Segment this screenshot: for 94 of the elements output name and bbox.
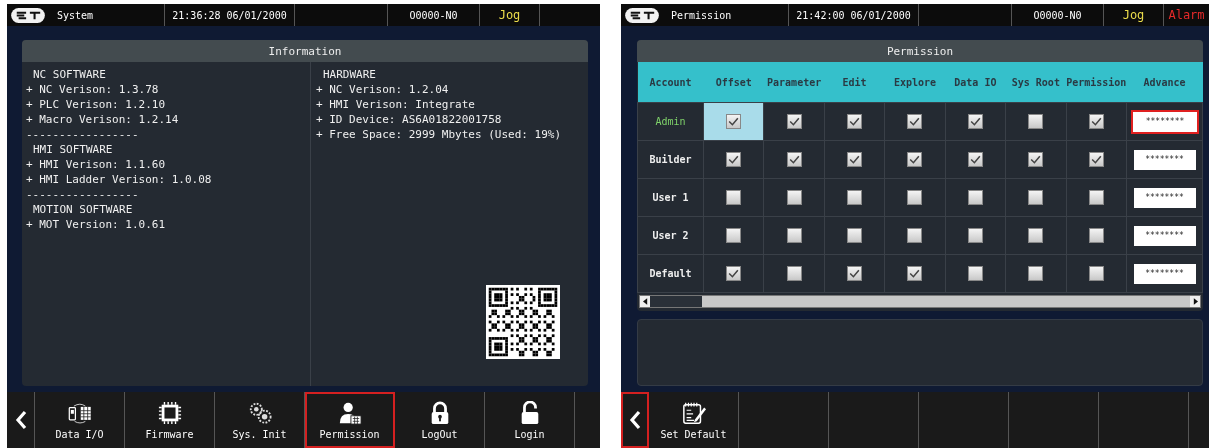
checkbox[interactable] xyxy=(1088,152,1104,167)
info-line: + PLC Verison: 1.2.10 xyxy=(26,97,167,112)
section-heading: HARDWARE xyxy=(322,67,377,82)
info-line: + ID Device: AS6A01822001758 xyxy=(316,112,503,127)
section-heading: NC SOFTWARE xyxy=(32,67,107,82)
checkbox[interactable] xyxy=(847,190,863,205)
back-button[interactable] xyxy=(621,392,649,448)
checkbox[interactable] xyxy=(967,190,983,205)
info-line: + HMI Verison: 1.1.60 xyxy=(26,157,167,172)
checkbox[interactable] xyxy=(726,152,742,167)
panel-title: Information xyxy=(268,44,342,58)
checkbox[interactable] xyxy=(907,190,923,205)
checkbox[interactable] xyxy=(907,152,923,167)
logo xyxy=(625,7,659,23)
checkbox[interactable] xyxy=(1028,114,1044,129)
checkbox[interactable] xyxy=(967,228,983,243)
checkbox[interactable] xyxy=(907,266,923,281)
checkbox[interactable] xyxy=(907,114,923,129)
column-header: Advance xyxy=(1126,62,1203,103)
chevron-left-icon xyxy=(14,410,27,430)
logo xyxy=(11,7,45,23)
checkbox[interactable] xyxy=(786,152,802,167)
checkbox[interactable] xyxy=(1028,266,1044,281)
column-header: Offset xyxy=(703,62,764,103)
account-cell: User 2 xyxy=(637,216,704,255)
info-line: ----------------- xyxy=(26,127,140,142)
scroll-left-icon[interactable] xyxy=(642,298,648,305)
mode-indicator: Jog xyxy=(1122,8,1145,22)
checkbox[interactable] xyxy=(847,152,863,167)
checkbox[interactable] xyxy=(1028,190,1044,205)
checkbox[interactable] xyxy=(1088,114,1104,129)
screen-title: System xyxy=(57,9,94,21)
password-field[interactable]: ******** xyxy=(1133,149,1196,170)
checkbox[interactable] xyxy=(786,114,802,129)
column-header: Explore xyxy=(884,62,946,103)
section-heading: MOTION SOFTWARE xyxy=(32,202,134,217)
qr-code-icon xyxy=(486,285,560,359)
section-heading: HMI SOFTWARE xyxy=(32,142,114,157)
account-cell: Builder xyxy=(637,140,704,179)
checkbox[interactable] xyxy=(967,152,983,167)
checkbox[interactable] xyxy=(1028,228,1044,243)
checkbox[interactable] xyxy=(726,190,742,205)
checkbox[interactable] xyxy=(726,266,742,281)
checkbox[interactable] xyxy=(1028,152,1044,167)
column-header: Account xyxy=(637,62,704,103)
password-field[interactable]: ******** xyxy=(1131,109,1199,134)
program-number: O0000-N0 xyxy=(409,9,458,21)
chip-icon xyxy=(156,400,183,425)
account-cell: User 1 xyxy=(637,178,704,217)
mode-indicator: Jog xyxy=(498,8,521,22)
password-field[interactable]: ******** xyxy=(1133,263,1196,284)
program-number: O0000-N0 xyxy=(1033,9,1082,21)
date-time: 21:36:28 06/01/2000 xyxy=(172,9,287,21)
password-field[interactable]: ******** xyxy=(1133,225,1196,246)
column-header: Permission xyxy=(1066,62,1127,103)
date-time: 21:42:00 06/01/2000 xyxy=(796,9,911,21)
checkbox[interactable] xyxy=(786,190,802,205)
chevron-left-icon xyxy=(628,410,641,430)
checkbox[interactable] xyxy=(726,228,742,243)
scroll-right-icon[interactable] xyxy=(1192,298,1198,305)
scroll-thumb[interactable] xyxy=(650,296,702,307)
checkbox[interactable] xyxy=(786,266,802,281)
screen-title: Permission xyxy=(671,9,732,21)
checkbox[interactable] xyxy=(967,266,983,281)
password-field[interactable]: ******** xyxy=(1133,187,1196,208)
info-line: + HMI Ladder Verison: 1.0.08 xyxy=(26,172,213,187)
checkbox[interactable] xyxy=(1088,228,1104,243)
softkey-button[interactable]: Permission xyxy=(305,392,395,448)
horizontal-scrollbar[interactable] xyxy=(639,295,1201,308)
info-line: + NC Verison: 1.2.04 xyxy=(316,82,450,97)
checkbox[interactable] xyxy=(847,114,863,129)
checkbox[interactable] xyxy=(786,228,802,243)
account-cell: Admin xyxy=(637,102,704,141)
panel-title: Permission xyxy=(886,44,954,58)
checkbox[interactable] xyxy=(1088,266,1104,281)
checkbox[interactable] xyxy=(967,114,983,129)
info-line: + HMI Verison: Integrate xyxy=(316,97,476,112)
column-header: Parameter xyxy=(763,62,825,103)
account-cell: Default xyxy=(637,254,704,293)
info-line: + NC Verison: 1.3.78 xyxy=(26,82,160,97)
info-line: ----------------- xyxy=(26,187,140,202)
alarm-indicator: Alarm xyxy=(1168,8,1205,22)
checkbox[interactable] xyxy=(1088,190,1104,205)
checkbox[interactable] xyxy=(907,228,923,243)
column-header: Sys Root xyxy=(1005,62,1067,103)
info-line: + Free Space: 2999 Mbytes (Used: 19%) xyxy=(316,127,563,142)
checkbox[interactable] xyxy=(847,228,863,243)
info-line: + MOT Version: 1.0.61 xyxy=(26,217,167,232)
info-line: + Macro Verison: 1.2.14 xyxy=(26,112,180,127)
checkbox[interactable] xyxy=(847,266,863,281)
checkbox[interactable] xyxy=(726,114,742,129)
notepad-pencil-icon xyxy=(680,400,707,425)
column-header: Edit xyxy=(824,62,885,103)
column-header: Data IO xyxy=(945,62,1006,103)
